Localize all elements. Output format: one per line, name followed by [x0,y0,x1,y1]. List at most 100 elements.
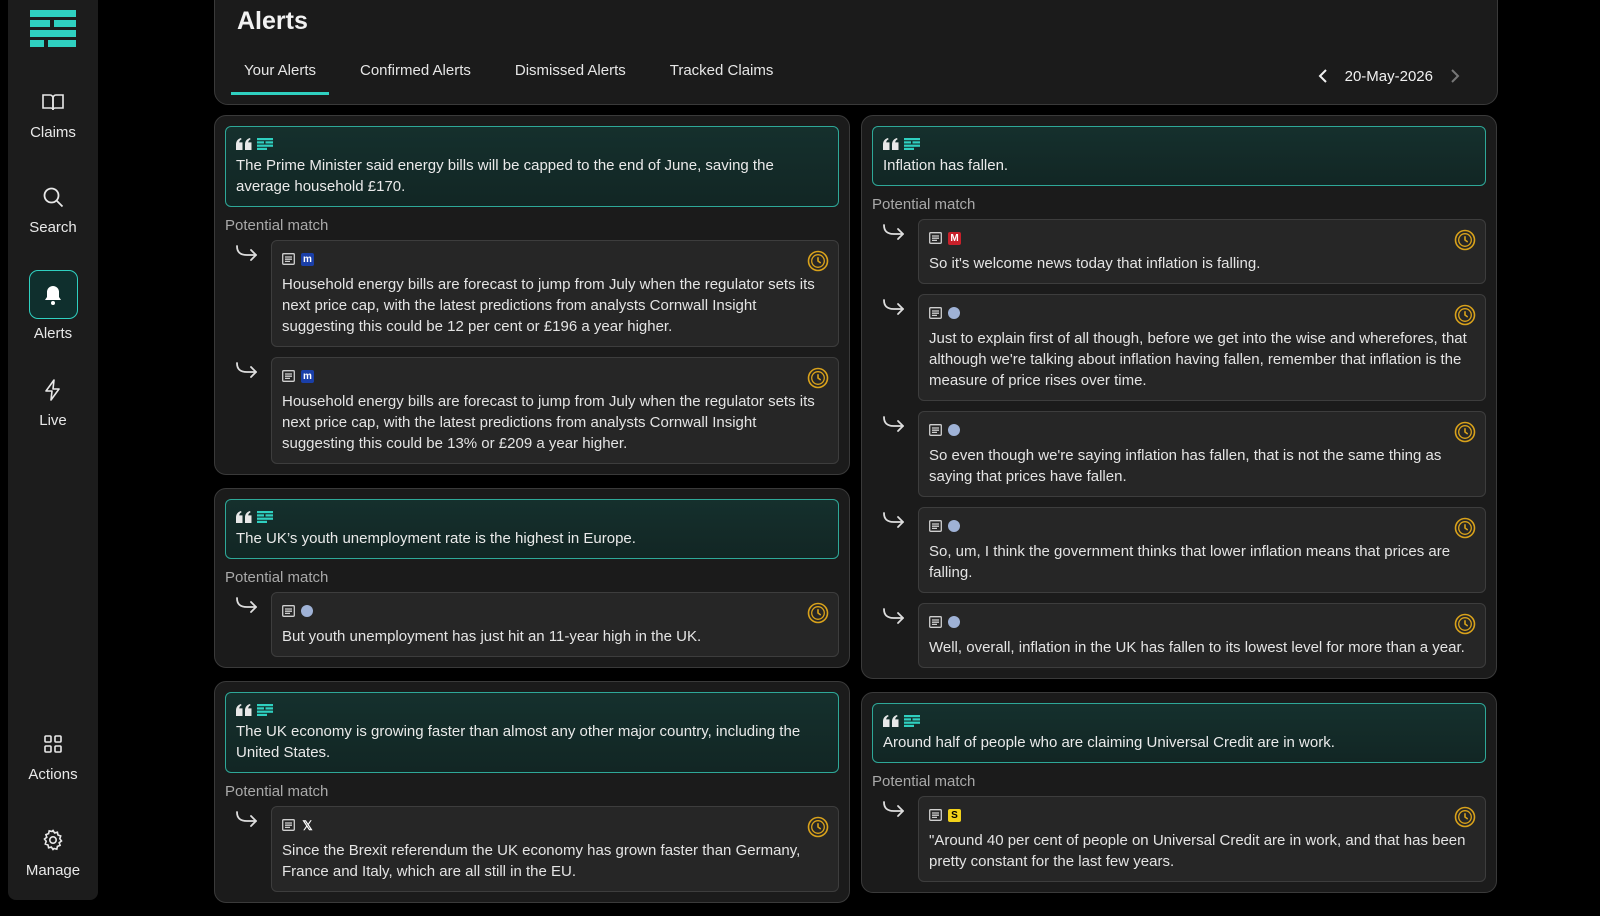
source-m-icon: M [948,231,961,245]
match-card[interactable]: m Household energy bills are forecast to … [271,357,839,464]
reply-arrow-icon [883,801,904,817]
potential-match-label: Potential match [225,569,329,586]
sidebar-item-claims[interactable]: Claims [8,90,98,141]
match-row: Just to explain first of all though, bef… [872,294,1486,401]
search-icon [43,187,64,208]
chevron-right-icon[interactable] [1445,67,1463,85]
reply-arrow-icon [883,416,904,432]
lightning-icon [45,379,60,401]
claim-card[interactable]: The UK’s youth unemployment rate is the … [225,499,839,559]
match-text: Since the Brexit referendum the UK econo… [282,842,801,880]
match-text: Well, overall, inflation in the UK has f… [929,639,1465,656]
alert-group: The UK economy is growing faster than al… [214,681,850,903]
match-icons [929,421,1475,439]
match-card[interactable]: 𝕏 Since the Brexit referendum the UK econ… [271,806,839,892]
match-icons: m [282,367,828,385]
clock-icon[interactable] [807,250,829,272]
reply-arrow-icon [236,362,257,378]
match-row: So even though we're saying inflation ha… [872,411,1486,497]
claim-text: The UK economy is growing faster than al… [236,723,801,761]
reply-arrow [872,219,918,284]
clock-icon[interactable] [807,602,829,624]
match-icons [929,304,1475,322]
document-icon [282,253,295,265]
match-text: So even though we're saying inflation ha… [929,447,1442,485]
quote-icon [236,703,252,716]
claim-card[interactable]: Around half of people who are claiming U… [872,703,1486,763]
reply-arrow-icon [236,597,257,613]
document-icon [929,232,942,244]
match-card[interactable]: But youth unemployment has just hit an 1… [271,592,839,657]
sidebar-item-alerts[interactable]: Alerts [8,270,98,342]
potential-match-label: Potential match [872,196,976,213]
match-card[interactable]: Well, overall, inflation in the UK has f… [918,603,1486,668]
sidebar-item-label: Alerts [33,325,73,342]
match-card[interactable]: S "Around 40 per cent of people on Univer… [918,796,1486,882]
claim-icons [236,135,828,153]
clock-icon[interactable] [1454,517,1476,539]
potential-match-label: Potential match [225,783,329,800]
claim-icons [883,135,1475,153]
tab-confirmed-alerts[interactable]: Confirmed Alerts [347,61,484,95]
tab-tracked-claims[interactable]: Tracked Claims [657,61,787,95]
grid-icon [44,735,62,753]
date-label: 20-May-2026 [1344,67,1433,85]
claim-card[interactable]: Inflation has fallen. [872,126,1486,186]
reply-arrow-icon [883,512,904,528]
match-row: m Household energy bills are forecast to … [225,357,839,464]
source-globe-icon [948,616,960,628]
match-text: Household energy bills are forecast to j… [282,393,815,452]
bell-icon [45,285,61,305]
clock-icon[interactable] [1454,613,1476,635]
clock-icon[interactable] [807,367,829,389]
match-card[interactable]: m Household energy bills are forecast to … [271,240,839,347]
source-m-icon: m [301,369,314,383]
clock-icon[interactable] [1454,806,1476,828]
quote-icon [236,510,252,523]
match-text: Household energy bills are forecast to j… [282,276,815,335]
reply-arrow [872,294,918,401]
alerts-column-right: Inflation has fallen. Potential match M So … [861,115,1497,906]
reply-arrow [872,603,918,668]
clock-icon[interactable] [1454,229,1476,251]
fullfact-icon [904,138,920,150]
alert-group: The UK’s youth unemployment rate is the … [214,488,850,668]
chevron-left-icon[interactable] [1315,67,1333,85]
date-picker: 20-May-2026 [1303,67,1475,85]
match-card[interactable]: Just to explain first of all though, bef… [918,294,1486,401]
match-row: m Household energy bills are forecast to … [225,240,839,347]
sidebar-item-live[interactable]: Live [8,378,98,429]
page-title: Alerts [237,7,308,35]
match-card[interactable]: So, um, I think the government thinks th… [918,507,1486,593]
document-icon [929,809,942,821]
match-text: "Around 40 per cent of people on Univers… [929,832,1466,870]
sidebar-item-actions[interactable]: Actions [8,732,98,783]
source-m-icon: m [301,252,314,266]
sidebar-item-search[interactable]: Search [8,185,98,236]
quote-icon [883,714,899,727]
match-card[interactable]: So even though we're saying inflation ha… [918,411,1486,497]
sidebar-item-manage[interactable]: Manage [8,828,98,879]
source-globe-icon [948,424,960,436]
alert-group: Inflation has fallen. Potential match M So … [861,115,1497,679]
logo-icon[interactable] [30,10,76,50]
match-icons: S [929,806,1475,824]
match-card[interactable]: M So it's welcome news today that inflati… [918,219,1486,284]
gear-icon [43,829,63,851]
clock-icon[interactable] [807,816,829,838]
tab-your-alerts[interactable]: Your Alerts [231,61,329,95]
match-icons: M [929,229,1475,247]
tab-dismissed-alerts[interactable]: Dismissed Alerts [502,61,639,95]
clock-icon[interactable] [1454,304,1476,326]
reply-arrow [225,240,271,347]
match-text: So it's welcome news today that inflatio… [929,255,1261,272]
claim-text: The UK’s youth unemployment rate is the … [236,530,636,547]
claim-card[interactable]: The Prime Minister said energy bills wil… [225,126,839,207]
document-icon [282,819,295,831]
source-x-icon: 𝕏 [302,817,313,833]
document-icon [282,370,295,382]
match-text: But youth unemployment has just hit an 1… [282,628,702,645]
clock-icon[interactable] [1454,421,1476,443]
match-icons [929,613,1475,631]
claim-card[interactable]: The UK economy is growing faster than al… [225,692,839,773]
